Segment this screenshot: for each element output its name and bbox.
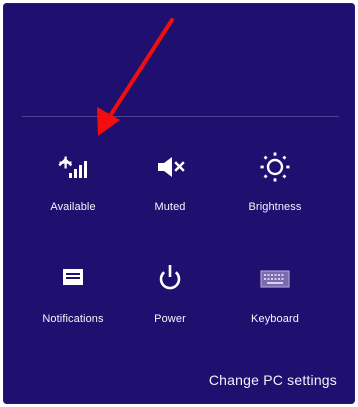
speaker-muted-icon bbox=[158, 157, 185, 177]
tile-brightness[interactable]: Brightness bbox=[225, 151, 325, 225]
change-pc-settings-link[interactable]: Change PC settings bbox=[209, 371, 337, 389]
keyboard-icon bbox=[260, 270, 290, 288]
tile-label: Keyboard bbox=[251, 313, 299, 325]
divider bbox=[22, 116, 339, 117]
power-icon bbox=[159, 265, 181, 290]
tile-label: Muted bbox=[154, 201, 186, 213]
brightness-icon bbox=[260, 152, 290, 182]
tile-label: Power bbox=[154, 313, 186, 325]
tile-label: Notifications bbox=[42, 313, 104, 325]
notifications-icon bbox=[63, 269, 83, 285]
tile-power[interactable]: Power bbox=[120, 263, 220, 337]
tile-muted[interactable]: Muted bbox=[120, 151, 220, 225]
tile-notifications[interactable]: Notifications bbox=[23, 263, 123, 337]
tile-label: Brightness bbox=[248, 201, 302, 213]
settings-charm-panel: Available Muted Brightness Notifications… bbox=[3, 3, 355, 404]
tile-keyboard[interactable]: Keyboard bbox=[225, 263, 325, 337]
tile-available[interactable]: Available bbox=[23, 151, 123, 225]
tile-label: Available bbox=[50, 201, 96, 213]
wifi-signal-icon bbox=[58, 156, 87, 178]
